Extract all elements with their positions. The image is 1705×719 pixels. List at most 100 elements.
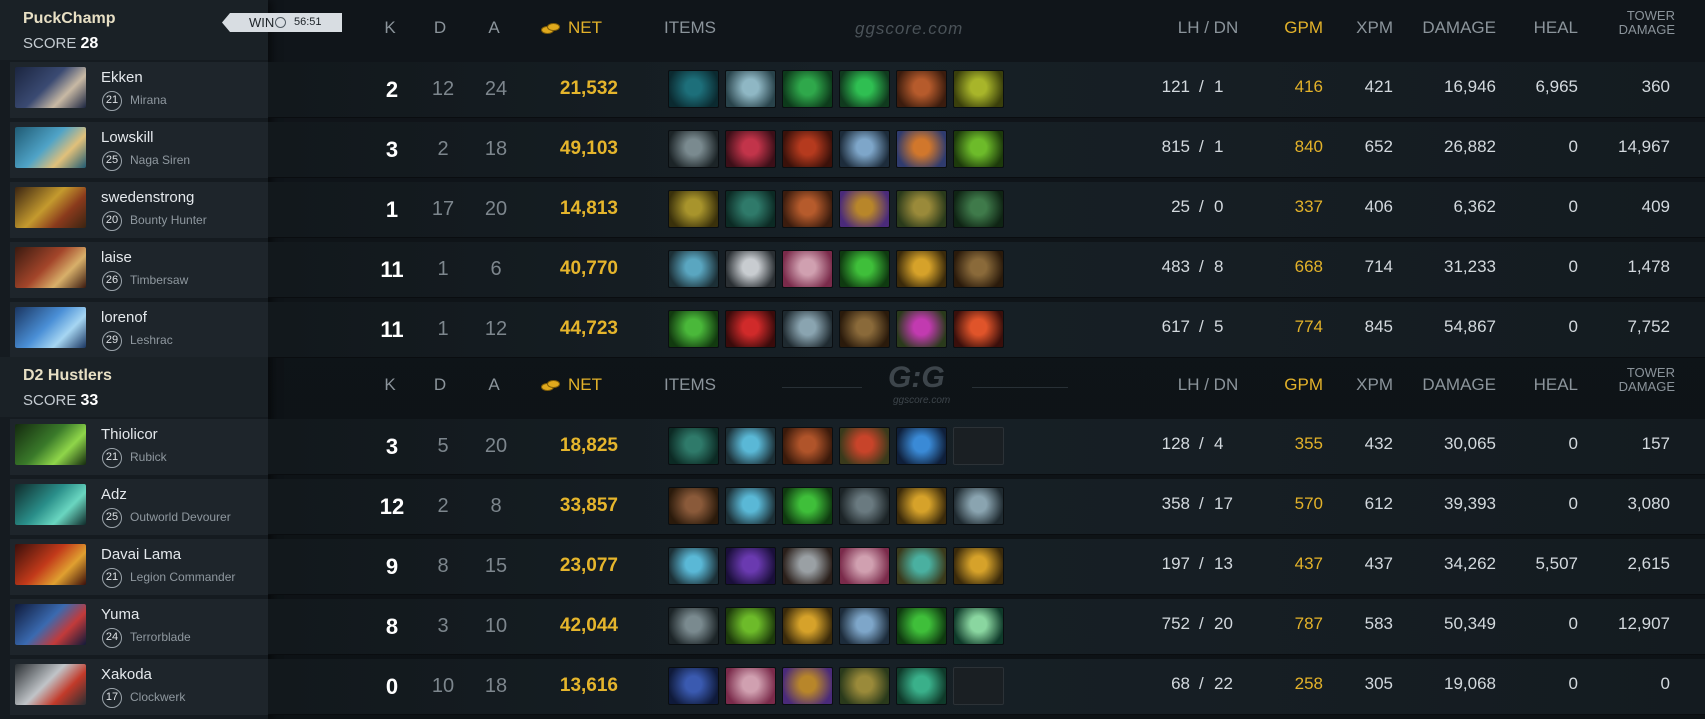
item-slot-icon[interactable] bbox=[668, 130, 719, 168]
player-name[interactable]: Yuma bbox=[101, 606, 139, 623]
item-slot-icon[interactable] bbox=[725, 190, 776, 228]
item-slot-icon[interactable] bbox=[668, 190, 719, 228]
player-name[interactable]: Davai Lama bbox=[101, 546, 181, 563]
item-slot-icon[interactable] bbox=[953, 70, 1004, 108]
heal-value: 0 bbox=[1568, 674, 1578, 693]
col-kills: K bbox=[384, 18, 396, 37]
item-slot-icon[interactable] bbox=[668, 487, 719, 525]
player-name[interactable]: laise bbox=[101, 249, 132, 266]
item-slot-icon[interactable] bbox=[953, 130, 1004, 168]
damage-value: 54,867 bbox=[1444, 317, 1496, 336]
item-slot-icon[interactable] bbox=[896, 70, 947, 108]
item-slot-icon[interactable] bbox=[839, 130, 890, 168]
item-slot-icon[interactable] bbox=[896, 250, 947, 288]
denies-value: 8 bbox=[1214, 257, 1224, 276]
item-slot-icon[interactable] bbox=[782, 250, 833, 288]
item-slot-icon[interactable] bbox=[725, 547, 776, 585]
item-slot-icon[interactable] bbox=[839, 487, 890, 525]
heal-value: 0 bbox=[1568, 317, 1578, 336]
gpm-value: 787 bbox=[1294, 614, 1323, 633]
item-slot-icon[interactable] bbox=[725, 607, 776, 645]
hero-level: 21 bbox=[102, 91, 122, 111]
item-slot-icon[interactable] bbox=[896, 130, 947, 168]
gpm-value: 668 bbox=[1294, 257, 1323, 276]
item-slot-icon[interactable] bbox=[725, 250, 776, 288]
item-slot-icon[interactable] bbox=[839, 190, 890, 228]
player-name[interactable]: lorenof bbox=[101, 309, 147, 326]
item-slot-icon[interactable] bbox=[953, 547, 1004, 585]
assists-value: 6 bbox=[490, 258, 502, 280]
item-slot-icon[interactable] bbox=[668, 310, 719, 348]
item-slot-icon[interactable] bbox=[782, 667, 833, 705]
item-slot-icon[interactable] bbox=[896, 190, 947, 228]
player-card[interactable]: Xakoda 17 Clockwerk bbox=[10, 659, 268, 715]
item-slot-icon[interactable] bbox=[725, 310, 776, 348]
item-slot-icon[interactable] bbox=[953, 190, 1004, 228]
item-slot-icon[interactable] bbox=[668, 70, 719, 108]
item-slot-icon[interactable] bbox=[782, 487, 833, 525]
player-name[interactable]: Thiolicor bbox=[101, 426, 158, 443]
item-slot-icon[interactable] bbox=[782, 310, 833, 348]
assists-value: 20 bbox=[484, 435, 508, 457]
item-slot-icon[interactable] bbox=[953, 487, 1004, 525]
player-name[interactable]: Ekken bbox=[101, 69, 143, 86]
item-slot-icon[interactable] bbox=[725, 487, 776, 525]
kills-value: 9 bbox=[385, 554, 399, 579]
kills-value: 8 bbox=[385, 614, 399, 639]
item-slot-icon[interactable] bbox=[668, 250, 719, 288]
item-slot-icon[interactable] bbox=[782, 607, 833, 645]
player-card[interactable]: Davai Lama 21 Legion Commander bbox=[10, 539, 268, 595]
stats-row: 0 10 18 13,616 68 / 22 258 305 19,068 0 0 bbox=[268, 659, 1705, 715]
item-slot-icon[interactable] bbox=[896, 547, 947, 585]
item-slot-icon[interactable] bbox=[782, 427, 833, 465]
item-slot-icon[interactable] bbox=[839, 547, 890, 585]
item-slot-icon[interactable] bbox=[839, 70, 890, 108]
item-slot-icon[interactable] bbox=[896, 310, 947, 348]
gpm-value: 355 bbox=[1294, 434, 1323, 453]
item-slot-icon[interactable] bbox=[725, 667, 776, 705]
item-slot-icon[interactable] bbox=[839, 427, 890, 465]
item-slot-icon[interactable] bbox=[953, 607, 1004, 645]
item-slot-icon[interactable] bbox=[782, 130, 833, 168]
player-card[interactable]: Adz 25 Outworld Devourer bbox=[10, 479, 268, 535]
item-slot-icon[interactable] bbox=[839, 250, 890, 288]
player-card[interactable]: Thiolicor 21 Rubick bbox=[10, 419, 268, 475]
item-slot-icon[interactable] bbox=[896, 667, 947, 705]
player-card[interactable]: swedenstrong 20 Bounty Hunter bbox=[10, 182, 268, 238]
player-name[interactable]: Lowskill bbox=[101, 129, 154, 146]
item-slot-icon[interactable] bbox=[953, 310, 1004, 348]
item-slot-icon[interactable] bbox=[725, 70, 776, 108]
last-hits-value: 483 bbox=[1161, 257, 1190, 276]
stats-row: 8 3 10 42,044 752 / 20 787 583 50,349 0 12,907 bbox=[268, 599, 1705, 655]
item-slot-icon[interactable] bbox=[896, 607, 947, 645]
last-hits-value: 68 bbox=[1171, 674, 1190, 693]
item-slot-icon[interactable] bbox=[782, 70, 833, 108]
item-slot-icon[interactable] bbox=[953, 250, 1004, 288]
player-card[interactable]: Yuma 24 Terrorblade bbox=[10, 599, 268, 655]
item-slot-icon[interactable] bbox=[668, 607, 719, 645]
player-name[interactable]: Adz bbox=[101, 486, 127, 503]
player-card[interactable]: Ekken 21 Mirana bbox=[10, 62, 268, 118]
item-slot-icon[interactable] bbox=[839, 310, 890, 348]
col-xpm: XPM bbox=[1356, 375, 1393, 394]
item-slot-icon[interactable] bbox=[725, 427, 776, 465]
tower-damage-value: 409 bbox=[1641, 197, 1670, 216]
denies-value: 13 bbox=[1214, 554, 1233, 573]
item-slot-icon[interactable] bbox=[896, 427, 947, 465]
player-name[interactable]: Xakoda bbox=[101, 666, 152, 683]
item-slot-icon[interactable] bbox=[668, 427, 719, 465]
item-slot-icon[interactable] bbox=[725, 130, 776, 168]
item-slot-icon[interactable] bbox=[839, 607, 890, 645]
damage-value: 30,065 bbox=[1444, 434, 1496, 453]
item-slot-icon[interactable] bbox=[668, 667, 719, 705]
player-name[interactable]: swedenstrong bbox=[101, 189, 194, 206]
hero-name: Rubick bbox=[130, 450, 167, 464]
player-card[interactable]: lorenof 29 Leshrac bbox=[10, 302, 268, 358]
item-slot-icon[interactable] bbox=[782, 547, 833, 585]
player-card[interactable]: laise 26 Timbersaw bbox=[10, 242, 268, 298]
item-slot-icon[interactable] bbox=[668, 547, 719, 585]
item-slot-icon[interactable] bbox=[839, 667, 890, 705]
item-slot-icon[interactable] bbox=[896, 487, 947, 525]
player-card[interactable]: Lowskill 25 Naga Siren bbox=[10, 122, 268, 178]
item-slot-icon[interactable] bbox=[782, 190, 833, 228]
